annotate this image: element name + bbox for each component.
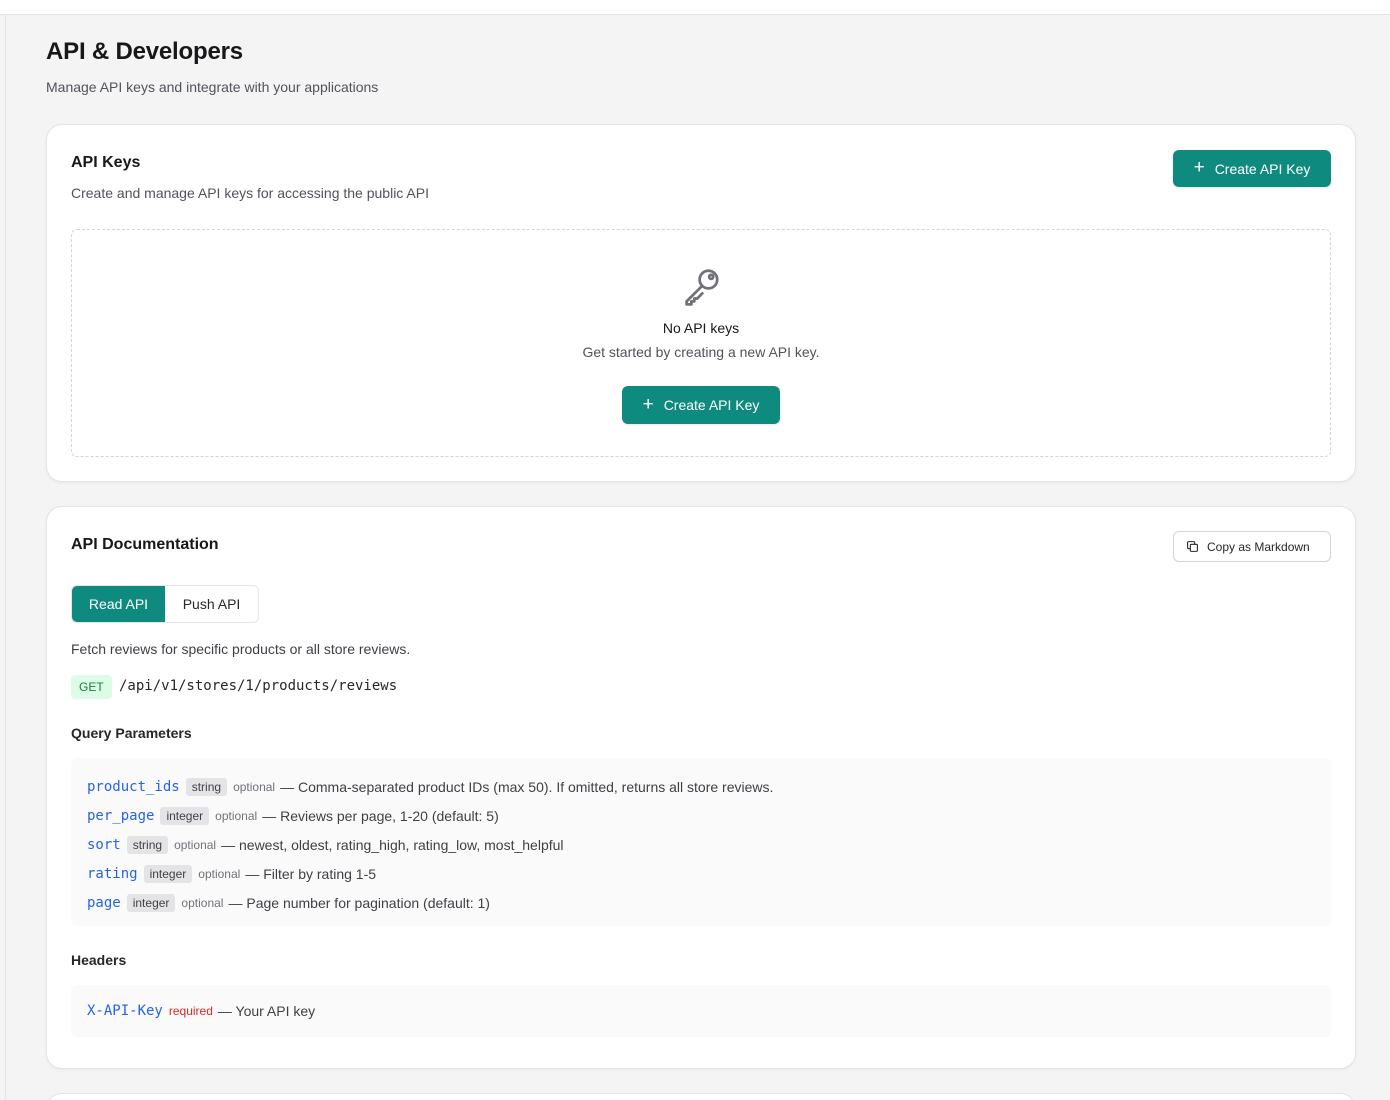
- param-row: sort string optional — newest, oldest, r…: [71, 830, 1331, 859]
- param-description: — Filter by rating 1-5: [245, 865, 377, 882]
- param-row: per_page integer optional — Reviews per …: [71, 801, 1331, 830]
- plus-icon: +: [642, 393, 654, 415]
- empty-state: No API keys Get started by creating a ne…: [71, 229, 1331, 457]
- next-card: [46, 1093, 1356, 1100]
- param-row: page integer optional — Page number for …: [71, 888, 1331, 917]
- param-description: — Comma-separated product IDs (max 50). …: [280, 778, 774, 795]
- api-docs-card: API Documentation Copy as Markdown Read …: [46, 506, 1356, 1069]
- param-description: — Page number for pagination (default: 1…: [228, 894, 490, 911]
- header-required-flag: required: [168, 1004, 213, 1018]
- param-optional-flag: optional: [181, 895, 224, 910]
- param-type-badge: string: [126, 835, 169, 854]
- copy-icon: [1187, 541, 1198, 552]
- empty-create-api-key-button[interactable]: + Create API Key: [622, 386, 780, 424]
- endpoint-path: /api/v1/stores/1/products/reviews: [119, 678, 398, 694]
- param-row: rating integer optional — Filter by rati…: [71, 859, 1331, 888]
- header-row: X-API-Key required — Your API key: [71, 999, 1331, 1023]
- http-method-badge: GET: [71, 675, 112, 699]
- param-name: per_page: [87, 807, 155, 824]
- sidebar-divider: [5, 15, 6, 1100]
- plus-icon: +: [1193, 157, 1205, 178]
- param-name: rating: [87, 865, 138, 882]
- param-type-badge: string: [185, 777, 228, 796]
- param-name: product_ids: [87, 778, 180, 795]
- copy-markdown-button[interactable]: Copy as Markdown: [1173, 531, 1331, 562]
- header-description: — Your API key: [217, 1003, 316, 1019]
- param-optional-flag: optional: [174, 837, 217, 852]
- api-keys-description: Create and manage API keys for accessing…: [71, 185, 429, 201]
- empty-state-description: Get started by creating a new API key.: [582, 344, 820, 360]
- create-api-key-label: Create API Key: [1214, 160, 1311, 177]
- api-keys-card: API Keys Create and manage API keys for …: [46, 124, 1356, 482]
- page-subtitle: Manage API keys and integrate with your …: [46, 79, 379, 95]
- param-description: — Reviews per page, 1-20 (default: 5): [262, 807, 499, 824]
- headers-list: X-API-Key required — Your API key: [71, 985, 1331, 1037]
- empty-create-api-key-label: Create API Key: [663, 397, 760, 413]
- top-bar: [0, 0, 1390, 15]
- copy-markdown-label: Copy as Markdown: [1207, 539, 1310, 554]
- api-docs-title: API Documentation: [71, 536, 219, 553]
- headers-label: Headers: [71, 952, 127, 968]
- api-keys-title: API Keys: [71, 154, 141, 171]
- api-tabs: Read API Push API: [71, 585, 259, 623]
- param-optional-flag: optional: [198, 866, 241, 881]
- param-name: page: [87, 894, 121, 911]
- query-params-label: Query Parameters: [71, 725, 192, 741]
- param-row: product_ids string optional — Comma-sepa…: [71, 772, 1331, 801]
- param-type-badge: integer: [160, 806, 210, 825]
- tab-push-api[interactable]: Push API: [165, 586, 258, 622]
- create-api-key-button[interactable]: + Create API Key: [1173, 150, 1331, 187]
- endpoint-description: Fetch reviews for specific products or a…: [71, 641, 411, 657]
- page-title: API & Developers: [46, 38, 243, 65]
- empty-state-title: No API keys: [662, 320, 740, 336]
- header-name: X-API-Key: [87, 1003, 163, 1019]
- tab-read-api[interactable]: Read API: [72, 586, 165, 622]
- query-params-list: product_ids string optional — Comma-sepa…: [71, 758, 1331, 926]
- param-type-badge: integer: [143, 864, 193, 883]
- param-optional-flag: optional: [215, 808, 258, 823]
- param-name: sort: [87, 836, 121, 853]
- param-optional-flag: optional: [233, 779, 276, 794]
- param-description: — newest, oldest, rating_high, rating_lo…: [221, 836, 564, 853]
- param-type-badge: integer: [126, 893, 176, 912]
- key-icon: [685, 269, 719, 306]
